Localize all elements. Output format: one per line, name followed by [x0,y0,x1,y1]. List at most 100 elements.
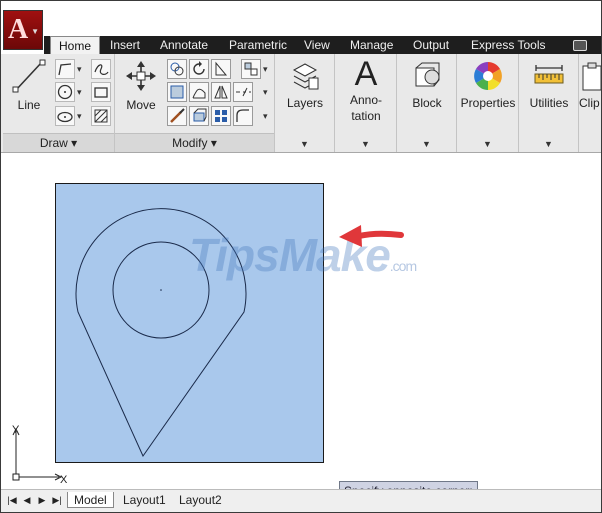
array-button[interactable] [241,59,261,79]
last-tab-icon[interactable]: ▶| [52,494,62,506]
drawing-canvas[interactable]: TipsMake.com Y X [3,157,599,487]
block-button[interactable]: Block [397,60,457,111]
panel-block: Block ▼ [397,54,457,152]
ribbon-panel: Line ▾ ▾ ▾ Draw ▾ Move ▾ ▾ ▾ Modify ▾ La… [1,54,601,153]
tab-output[interactable]: Output [413,36,449,54]
circle-button[interactable] [55,82,75,102]
panel-draw: Line ▾ ▾ ▾ Draw ▾ [3,54,115,152]
quick-access-toolbar [44,1,601,35]
copy-button[interactable] [167,59,187,79]
panel-properties: Properties ▼ [457,54,519,152]
clipboard-button[interactable]: Clip [579,60,601,111]
previous-tab-icon[interactable]: ◀ [22,494,32,506]
trim-button[interactable] [211,59,231,79]
panel-title-modify[interactable]: Modify ▾ [115,133,274,152]
block-label: Block [412,96,442,110]
clipboard-icon [582,62,601,91]
chevron-down-icon[interactable]: ▼ [422,139,431,149]
panel-layers: Layers ▼ [275,54,335,152]
tab-model[interactable]: Model [67,492,114,508]
line-label: Line [17,98,41,112]
line-icon [12,59,46,93]
chevron-down-icon[interactable]: ▼ [544,139,553,149]
tab-home[interactable]: Home [50,36,101,54]
array-icon [244,62,258,76]
chevron-down-icon[interactable]: ▼ [300,139,309,149]
layers-button[interactable]: Layers [275,60,335,111]
ellipse-icon [57,111,73,123]
tab-view[interactable]: View [304,36,330,54]
chevron-down-icon[interactable]: ▾ [263,87,268,98]
spline-icon [94,64,109,75]
explode-button[interactable] [189,106,209,126]
stretch-button[interactable] [167,82,187,102]
application-menu-button[interactable]: A ▼ [3,10,43,50]
ucs-x-label: X [60,474,68,486]
join-icon [215,110,227,122]
panel-clipboard: Clip [579,54,601,152]
join-button[interactable] [211,106,231,126]
mirror-button[interactable] [211,82,231,102]
first-tab-icon[interactable]: |◀ [7,494,17,506]
utilities-button[interactable]: Utilities [519,60,579,111]
explode-icon [193,108,207,122]
tab-parametric[interactable]: Parametric [229,36,287,54]
chevron-down-icon[interactable]: ▾ [77,87,82,98]
chevron-down-icon[interactable]: ▾ [77,64,82,75]
annotation-button[interactable]: A Anno- tation [335,56,397,124]
hatch-icon [94,109,108,123]
erase-button[interactable] [167,106,187,126]
fillet-button[interactable] [233,82,253,102]
block-icon [415,62,440,87]
offset-button[interactable] [233,106,253,126]
rotate-button[interactable] [189,59,209,79]
panel-title-draw[interactable]: Draw ▾ [3,133,114,152]
hatch-button[interactable] [91,106,111,126]
ellipse-button[interactable] [55,106,75,126]
measure-ruler-icon [534,65,564,84]
chevron-down-icon[interactable]: ▾ [77,111,82,122]
scale-button[interactable] [189,82,209,102]
chevron-down-icon[interactable]: ▾ [263,111,268,122]
scale-icon [192,88,206,99]
chevron-down-icon: ▼ [31,27,39,36]
tab-annotate[interactable]: Annotate [160,36,208,54]
layout-tab-bar: |◀ ◀ ▶ ▶| Model Layout1 Layout2 [1,489,601,512]
rectangle-icon [94,87,108,98]
tab-layout2[interactable]: Layout2 [173,492,228,508]
ribbon-tab-bar: Home Insert Annotate Parametric View Man… [44,36,601,54]
text-a-icon: A [354,55,378,93]
trim-icon [215,61,228,76]
tab-manage[interactable]: Manage [350,36,393,54]
panel-annotation: A Anno- tation ▼ [335,54,397,152]
circle-icon [57,84,73,100]
mirror-icon [214,85,228,99]
ucs-y-label: Y [12,424,20,436]
tab-express-tools[interactable]: Express Tools [471,36,545,54]
move-button[interactable]: Move [121,58,161,113]
color-wheel-icon [474,62,502,90]
minimize-ribbon-icon[interactable] [573,40,587,51]
polyline-icon [58,63,72,76]
chevron-down-icon[interactable]: ▼ [361,139,370,149]
panel-modify: Move ▾ ▾ ▾ Modify ▾ [115,54,275,152]
next-tab-icon[interactable]: ▶ [37,494,47,506]
tab-insert[interactable]: Insert [110,36,140,54]
selection-window [55,183,324,463]
move-label: Move [126,98,156,112]
clipboard-label: Clip [579,96,600,110]
properties-button[interactable]: Properties [457,60,519,111]
red-arrow-icon [339,225,404,247]
chevron-down-icon[interactable]: ▼ [483,139,492,149]
fillet-icon [236,87,251,97]
rectangle-button[interactable] [91,82,111,102]
spline-button[interactable] [91,59,111,79]
layers-label: Layers [286,96,324,110]
copy-icon [170,62,184,76]
layers-icon [292,63,319,90]
tab-layout1[interactable]: Layout1 [117,492,172,508]
polyline-button[interactable] [55,59,75,79]
line-button[interactable]: Line [9,58,49,113]
chevron-down-icon[interactable]: ▾ [263,64,268,75]
rotate-icon [193,61,205,75]
